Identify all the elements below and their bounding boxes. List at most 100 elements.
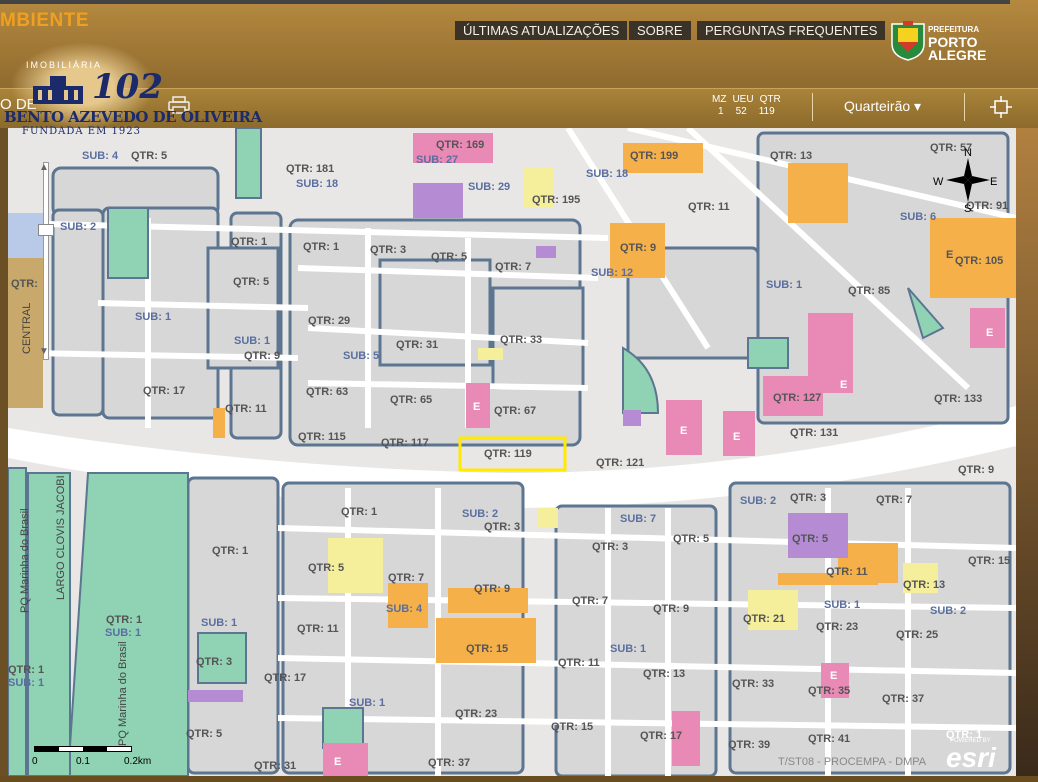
map-label: QTR: 181 bbox=[286, 163, 334, 175]
map-label: QTR: 3 bbox=[484, 521, 520, 533]
map-label: QTR: 9 bbox=[620, 242, 656, 254]
map-label: E bbox=[946, 249, 953, 261]
map-label: QTR: 169 bbox=[436, 139, 484, 151]
code-value-mz: 1 bbox=[718, 106, 724, 117]
map-label: QTR: 21 bbox=[743, 613, 785, 625]
map-label: QTR: 13 bbox=[643, 668, 685, 680]
map-label: QTR: 3 bbox=[196, 656, 232, 668]
compass-e: E bbox=[990, 176, 997, 188]
map-label: QTR: 5 bbox=[792, 533, 828, 545]
level-select[interactable]: Quarteirão ▾ bbox=[844, 98, 921, 115]
prefeitura-line3: ALEGRE bbox=[928, 47, 987, 63]
realestate-logo[interactable]: IMOBILIÁRIA 102 BENTO AZEVEDO DE OLIVEIR… bbox=[0, 12, 262, 137]
map-label: SUB: 1 bbox=[201, 617, 237, 629]
map-label: QTR: 37 bbox=[428, 757, 470, 769]
zoom-out-icon[interactable]: ▼ bbox=[39, 346, 49, 357]
map-label: SUB: 1 bbox=[824, 599, 860, 611]
map-label: SUB: 1 bbox=[8, 677, 44, 689]
map-label: QTR: 131 bbox=[790, 427, 838, 439]
logo-name: BENTO AZEVEDO DE OLIVEIRA bbox=[4, 108, 262, 126]
map-label: QTR: 9 bbox=[958, 464, 994, 476]
map-label: QTR: 25 bbox=[896, 629, 938, 641]
map-label: QTR: 3 bbox=[790, 492, 826, 504]
map-label: SUB: 27 bbox=[416, 154, 458, 166]
map-svg[interactable]: SUB: 4 QTR: 5 QTR: 181 SUB: 18 QTR: 169 … bbox=[8, 128, 1016, 776]
map-label: QTR: 9 bbox=[474, 583, 510, 595]
locate-crosshair-icon[interactable] bbox=[990, 96, 1012, 118]
scale-label-1: 0.1 bbox=[76, 756, 90, 767]
esri-logo[interactable]: esri bbox=[946, 742, 996, 774]
map-label: E bbox=[680, 425, 687, 437]
prefeitura-logo[interactable]: PREFEITURA PORTO ALEGRE bbox=[928, 23, 986, 62]
map-label: QTR: 11 bbox=[297, 623, 339, 635]
street-label-central: CENTRAL bbox=[21, 303, 33, 354]
street-label-park: PQ Marinha do Brasil bbox=[19, 508, 31, 613]
logo-number: 102 bbox=[92, 67, 163, 107]
map-label: SUB: 18 bbox=[586, 168, 628, 180]
nav-perguntas-frequentes[interactable]: PERGUNTAS FREQUENTES bbox=[697, 21, 886, 40]
porto-alegre-crest-icon bbox=[891, 21, 925, 61]
map-label: E bbox=[733, 431, 740, 443]
top-border bbox=[0, 0, 1010, 4]
map-label: QTR: 5 bbox=[131, 150, 167, 162]
map-label: SUB: 4 bbox=[82, 150, 119, 162]
map-label: QTR: 5 bbox=[233, 276, 269, 288]
map-label: QTR: 1 bbox=[341, 506, 377, 518]
zoom-in-icon[interactable]: ▲ bbox=[39, 162, 49, 173]
map-label: QTR: 67 bbox=[494, 405, 536, 417]
nav-ultimas-atualizacoes[interactable]: ÚLTIMAS ATUALIZAÇÕES bbox=[455, 21, 628, 40]
map-label: E bbox=[334, 756, 341, 768]
map-label: SUB: 1 bbox=[349, 697, 385, 709]
code-value-ueu: 52 bbox=[735, 106, 747, 117]
zoom-handle[interactable] bbox=[38, 224, 54, 236]
nav-sobre[interactable]: SOBRE bbox=[629, 21, 691, 40]
map-label: QTR: 39 bbox=[728, 739, 770, 751]
map-canvas[interactable]: SUB: 4 QTR: 5 QTR: 181 SUB: 18 QTR: 169 … bbox=[8, 128, 1016, 776]
toolbar-divider bbox=[964, 93, 965, 121]
scale-label-0: 0 bbox=[32, 756, 38, 767]
map-label: QTR: 85 bbox=[848, 285, 890, 297]
map-label: SUB: 1 bbox=[610, 643, 646, 655]
map-label: QTR: 11 bbox=[225, 403, 267, 415]
map-label: SUB: 1 bbox=[105, 627, 141, 639]
map-label: QTR: 1 bbox=[106, 614, 142, 626]
map-label: SUB: 29 bbox=[468, 181, 510, 193]
left-edge bbox=[0, 128, 8, 776]
map-label: QTR: 13 bbox=[903, 579, 945, 591]
map-label: QTR: 35 bbox=[808, 685, 850, 697]
map-label: QTR: 15 bbox=[466, 643, 508, 655]
map-label: SUB: 5 bbox=[343, 350, 379, 362]
scale-label-2: 0.2km bbox=[124, 756, 152, 767]
map-label: QTR: 1 bbox=[303, 241, 339, 253]
map-label: QTR: 121 bbox=[596, 457, 644, 469]
map-label: SUB: 1 bbox=[234, 335, 270, 347]
map-label: SUB: 2 bbox=[740, 495, 776, 507]
block-codes: MZ UEU QTR 1 52 119 bbox=[712, 94, 781, 118]
map-label: QTR: 117 bbox=[381, 437, 429, 449]
compass-w: W bbox=[933, 176, 944, 188]
map-label: QTR: 199 bbox=[630, 150, 678, 162]
right-edge bbox=[1016, 128, 1038, 776]
map-label: SUB: 1 bbox=[135, 311, 171, 323]
map-label: QTR: 5 bbox=[186, 728, 222, 740]
zoom-slider[interactable]: ▲ ▼ bbox=[38, 162, 54, 360]
map-label: SUB: 2 bbox=[462, 508, 498, 520]
map-label: QTR: 41 bbox=[808, 733, 850, 745]
map-label: QTR: 133 bbox=[934, 393, 982, 405]
map-label: QTR: 31 bbox=[396, 339, 438, 351]
map-label: QTR: 9 bbox=[653, 603, 689, 615]
map-label: QTR: 1 bbox=[231, 236, 267, 248]
logo-founded: FUNDADA EM 1923 bbox=[22, 126, 141, 137]
map-label: SUB: 12 bbox=[591, 267, 633, 279]
map-label: QTR: 11 bbox=[688, 201, 730, 213]
map-label: QTR: 17 bbox=[264, 672, 306, 684]
code-header-mz: MZ bbox=[712, 94, 727, 105]
street-label-largo: LARGO CLOVIS JACOBI bbox=[55, 475, 67, 600]
map-label: QTR: 63 bbox=[306, 386, 348, 398]
compass-s: S bbox=[964, 203, 971, 215]
map-label: SUB: 18 bbox=[296, 178, 338, 190]
map-label: QTR: 33 bbox=[500, 334, 542, 346]
bottom-edge bbox=[0, 776, 1038, 782]
map-label: QTR: 31 bbox=[254, 760, 296, 772]
map-label: SUB: 6 bbox=[900, 211, 936, 223]
